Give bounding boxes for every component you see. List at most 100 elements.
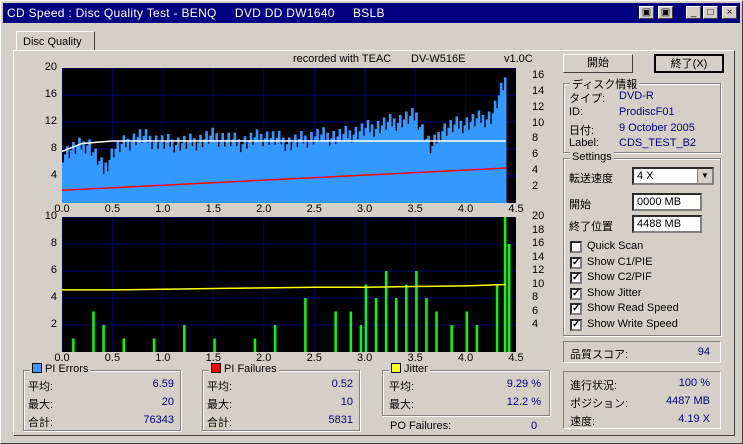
chart2-left-tick: 8 [50,237,57,249]
jitter-title-text: Jitter [404,363,428,375]
chart1-right-tick: 6 [532,148,539,161]
version-label: v1.0C [504,53,533,65]
x-tick: 1.5 [205,203,221,215]
pi-failures-bar [394,298,398,352]
pi-failures-bar [72,338,75,352]
window-title: CD Speed : Disc Quality Test - BENQ DVD … [7,6,385,20]
jitter-max-value: 12.2 % [506,396,541,408]
option-checkbox-5[interactable]: ✓ [570,318,582,331]
chart1-right-tick: 10 [532,116,545,129]
date-label: 日付: [569,125,595,137]
start-pos-input[interactable]: 0000 MB [632,193,702,211]
pi-errors-color-swatch [32,363,42,373]
option-label-5: Show Write Speed [587,317,678,330]
chart2-right-tick: 8 [532,291,539,303]
pi-failures-max-label: 最大: [207,399,233,411]
pi-failures-bar [253,338,257,352]
pi-errors-chart-svg [61,67,517,203]
id-label: ID: [569,106,584,118]
chart2-right-tick: 16 [532,237,545,249]
option-label-4: Show Read Speed [587,302,679,314]
settings-title: Settings [570,151,614,163]
jitter-avg-value: 9.29 % [506,378,541,390]
pi-failures-bar [384,271,388,352]
minimize-button[interactable]: _ [686,6,701,19]
pi-failures-chart-svg [61,216,517,352]
pi-errors-max-value: 20 [161,396,174,408]
pi-failures-bar [364,284,368,352]
chart2-left-tick: 4 [50,291,57,303]
id-value: ProdiscF01 [619,106,675,118]
pi-failures-bar [213,338,216,352]
pi-errors-total-label: 合計: [28,417,54,429]
chart1-left-tick: 20 [44,61,57,73]
x-tick: 4.0 [457,352,474,364]
pi-failures-chart [61,216,517,352]
x-tick: 2.5 [306,203,322,215]
chart2-left-tick: 2 [50,318,57,330]
pi-failures-bar [475,325,479,352]
save-icon[interactable]: ▣ [658,6,673,19]
pi-errors-max-label: 最大: [28,399,54,411]
x-tick: 3.0 [357,203,373,215]
chart1-right-tick: 14 [532,84,545,97]
pi-failures-bar [425,298,428,352]
title-bar[interactable]: CD Speed : Disc Quality Test - BENQ DVD … [3,3,740,23]
option-label-3: Show Jitter [587,286,642,299]
pi-failures-bar [359,325,363,352]
settings-group: Settings 転送速度 4 X ▼ 開始 0000 MB 終了位置 4488… [563,151,721,336]
pi-failures-bar [495,284,499,352]
pi-errors-avg-value: 6.59 [152,378,174,390]
recorded-with-label: recorded with TEAC [293,53,392,65]
option-checkbox-3[interactable]: ✓ [570,287,582,300]
end-pos-input[interactable]: 4488 MB [632,215,702,233]
pi-failures-bar [374,298,378,352]
po-failures-label: PO Failures: [390,420,452,432]
tab-disc-quality[interactable]: Disc Quality [16,31,95,51]
app-window: CD Speed : Disc Quality Test - BENQ DVD … [0,0,743,444]
date-value: 9 October 2005 [619,122,695,134]
x-tick: 1.0 [155,203,171,215]
pi-failures-bar [122,338,126,352]
option-checkbox-4[interactable]: ✓ [570,303,582,315]
pi-failures-bar [349,311,353,352]
progress-speed-label: 速度: [570,416,596,428]
chart1-right-tick: 2 [532,180,539,193]
close-button[interactable]: × [722,6,737,19]
pi-failures-bar [450,325,453,352]
chart2-right-tick: 20 [532,210,545,222]
pi-failures-stats-title: PI Failures [209,363,279,375]
pi-errors-bar [503,77,507,203]
pi-failures-bar [415,271,418,352]
x-tick: 2.0 [256,203,272,215]
po-failures-value: 0 [531,420,538,432]
chart1-right-tick: 8 [532,132,539,145]
x-tick: 0.5 [104,352,121,364]
chart1-left-tick: 16 [44,88,57,100]
type-value: DVD-R [619,90,654,102]
pi-errors-stats: PI Errors 平均: 6.59 最大: 20 合計: 76343 [23,363,181,431]
pi-errors-avg-label: 平均: [28,381,54,393]
chevron-down-icon[interactable]: ▼ [697,169,712,183]
option-checkbox-0[interactable] [570,241,582,253]
pi-errors-title-text: PI Errors [45,363,89,375]
chart2-left-tick: 6 [50,264,57,276]
speed-select[interactable]: 4 X ▼ [632,167,714,185]
jitter-line [62,283,506,291]
start-button[interactable]: 開始 [563,54,633,73]
chart2-right-tick: 10 [532,277,545,290]
pi-failures-max-value: 10 [340,396,353,408]
pi-failures-avg-label: 平均: [207,381,233,393]
option-label-1: Show C1/PIE [587,255,653,268]
option-checkbox-1[interactable]: ✓ [570,256,582,269]
disc-info-group: ディスク情報 タイプ: DVD-R ID: ProdiscF01 日付: 9 O… [563,76,721,153]
quality-score-box: 品質スコア: 94 [563,341,721,363]
maximize-button[interactable]: □ [703,6,718,19]
option-label-2: Show C2/PIF [587,271,652,283]
option-checkbox-2[interactable]: ✓ [570,272,582,284]
chart2-right-tick: 6 [532,304,539,317]
pi-errors-stats-title: PI Errors [30,363,91,375]
copy-icon[interactable]: ▣ [639,6,654,19]
exit-button[interactable]: 終了(X) [654,54,724,73]
chart2-right-tick: 12 [532,264,545,276]
